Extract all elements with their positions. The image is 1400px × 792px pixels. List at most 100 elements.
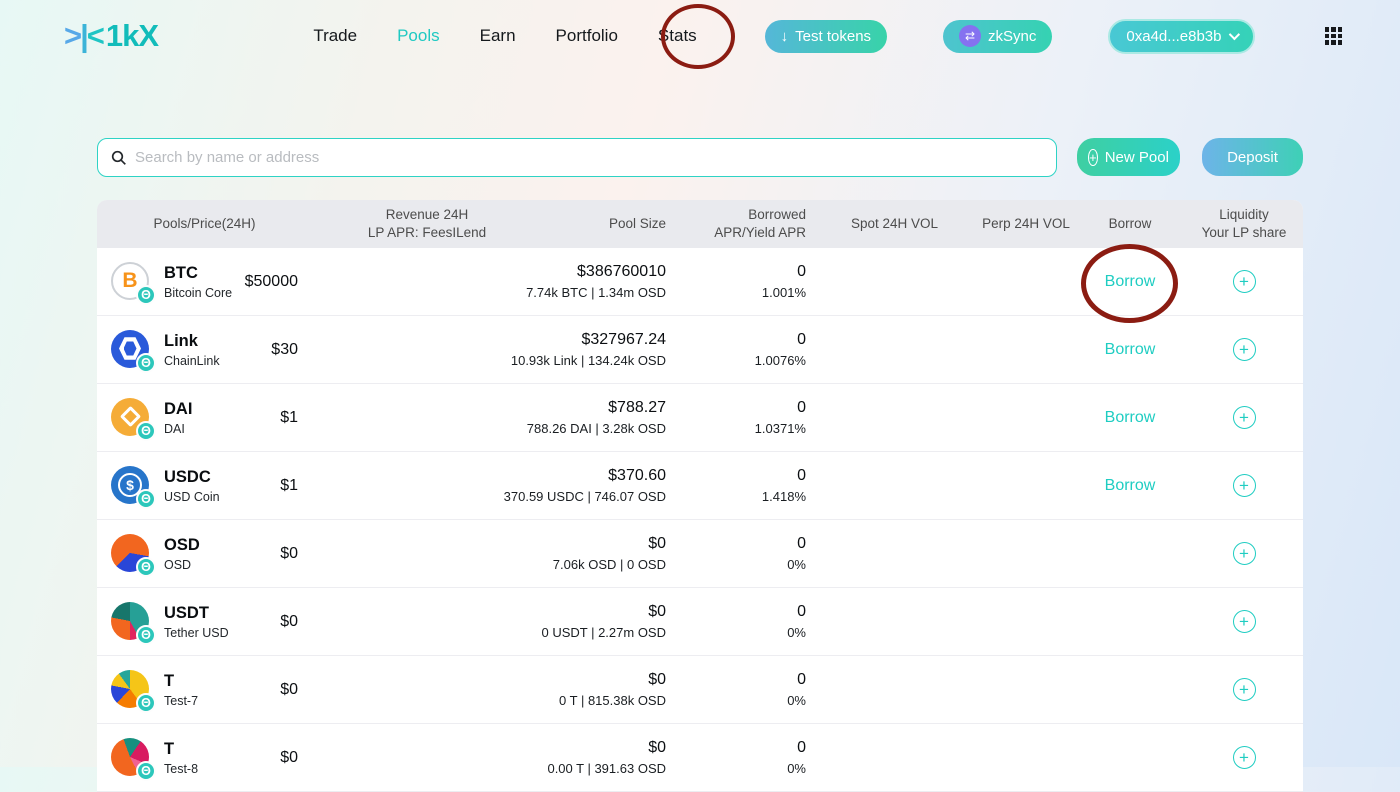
column-header-spot-vol: Spot 24H VOL	[850, 215, 939, 231]
pool-size-cell: $0 7.06k OSD | 0 OSD	[487, 535, 672, 572]
table-row[interactable]: Θ T Test-7 $0 $0 0 T | 815.38k OSD 0 0% …	[97, 656, 1303, 724]
pool-size-usd: $0	[648, 671, 666, 688]
borrow-link[interactable]: Borrow	[1105, 477, 1156, 494]
pool-size-cell: $788.27 788.26 DAI | 3.28k OSD	[487, 399, 672, 436]
add-liquidity-icon[interactable]: +	[1232, 338, 1256, 361]
token-name: USD Coin	[164, 489, 220, 504]
token-symbol: T	[164, 739, 175, 758]
add-liquidity-icon[interactable]: +	[1232, 270, 1256, 293]
table-row[interactable]: Θ DAI DAI $1 $788.27 788.26 DAI | 3.28k …	[97, 384, 1303, 452]
pools-toolbar: + New Pool Deposit	[97, 138, 1303, 177]
nav-item-stats[interactable]: Stats	[658, 26, 697, 46]
token-symbol: OSD	[164, 535, 200, 554]
wallet-address-button[interactable]: 0xa4d...e8b3b	[1108, 18, 1255, 54]
deposit-button[interactable]: Deposit	[1202, 138, 1303, 176]
token-icon: Θ	[111, 533, 156, 577]
apps-grid-icon[interactable]	[1324, 27, 1342, 45]
table-row[interactable]: Θ OSD OSD $0 $0 7.06k OSD | 0 OSD 0 0% +	[97, 520, 1303, 588]
wallet-address: 0xa4d...e8b3b	[1126, 27, 1222, 45]
liquidity-cell: +	[1185, 746, 1303, 769]
logo-mark: |	[80, 18, 89, 53]
osd-badge-icon: Θ	[136, 488, 156, 509]
token-names: OSD OSD	[164, 536, 200, 572]
liquidity-cell: +	[1185, 610, 1303, 633]
borrowed-cell: 0 0%	[672, 603, 812, 640]
add-liquidity-icon[interactable]: +	[1232, 746, 1256, 769]
network-label: zkSync	[988, 27, 1037, 45]
borrow-link[interactable]: Borrow	[1105, 409, 1156, 426]
borrow-cell: Borrow	[1075, 341, 1185, 359]
borrowed-cell: 0 1.0076%	[672, 331, 812, 368]
nav-item-pools[interactable]: Pools	[397, 26, 440, 46]
token-name: DAI	[164, 421, 185, 436]
borrow-link[interactable]: Borrow	[1105, 341, 1156, 358]
zksync-icon: ⇄	[959, 25, 982, 47]
pool-size-detail: 0 T | 815.38k OSD	[559, 693, 666, 708]
table-body: B B Θ BTC Bitcoin Core $50000 $386760010…	[97, 248, 1303, 792]
table-row[interactable]: $ $ Θ USDC USD Coin $1 $370.60 370.59 US…	[97, 452, 1303, 520]
pool-size-usd: $386760010	[577, 263, 666, 280]
table-row[interactable]: Θ Link ChainLink $30 $327967.24 10.93k L…	[97, 316, 1303, 384]
main-nav: Trade Pools Earn Portfolio Stats ↓ Test …	[313, 18, 1342, 54]
token-name: ChainLink	[164, 353, 220, 368]
pool-size-usd: $0	[648, 739, 666, 756]
pool-size-usd: $370.60	[608, 467, 666, 484]
token-price: $1	[280, 476, 298, 494]
borrowed-cell: 0 0%	[672, 671, 812, 708]
add-liquidity-icon[interactable]: +	[1232, 406, 1256, 429]
token-symbol: Link	[164, 331, 198, 350]
token-icon: $ $ Θ	[111, 465, 156, 509]
borrowed-amount: 0	[797, 603, 806, 620]
search-box[interactable]	[97, 138, 1057, 177]
pool-size-cell: $0 0 T | 815.38k OSD	[487, 671, 672, 708]
token-icon: Θ	[111, 601, 156, 645]
nav-item-earn[interactable]: Earn	[480, 26, 516, 46]
add-liquidity-icon[interactable]: +	[1232, 678, 1256, 701]
column-header-borrowed: Borrowed APR/Yield APR	[714, 206, 806, 240]
add-liquidity-icon[interactable]: +	[1232, 542, 1256, 565]
liquidity-cell: +	[1185, 406, 1303, 429]
osd-badge-icon: Θ	[136, 624, 156, 645]
apr-value: 0%	[787, 761, 806, 776]
table-row[interactable]: B B Θ BTC Bitcoin Core $50000 $386760010…	[97, 248, 1303, 316]
osd-badge-icon: Θ	[136, 420, 156, 441]
pool-size-usd: $327967.24	[581, 331, 666, 348]
token-icon: Θ	[111, 737, 156, 781]
osd-badge-icon: Θ	[136, 284, 156, 305]
table-row[interactable]: Θ USDT Tether USD $0 $0 0 USDT | 2.27m O…	[97, 588, 1303, 656]
brand-logo[interactable]: >|<1kX	[64, 18, 159, 54]
borrowed-cell: 0 0%	[672, 739, 812, 776]
network-button[interactable]: ⇄ zkSync	[943, 19, 1053, 53]
search-icon	[111, 150, 126, 165]
apr-value: 1.0076%	[754, 353, 806, 368]
column-header-pools: Pools/Price(24H)	[153, 215, 256, 231]
chevron-down-icon	[1228, 28, 1240, 41]
test-tokens-button[interactable]: ↓ Test tokens	[764, 19, 888, 53]
token-symbol: USDC	[164, 467, 211, 486]
column-header-borrow: Borrow	[1108, 215, 1152, 231]
table-row[interactable]: Θ T Test-8 $0 $0 0.00 T | 391.63 OSD 0 0…	[97, 724, 1303, 792]
new-pool-button[interactable]: + New Pool	[1077, 138, 1180, 176]
add-liquidity-icon[interactable]: +	[1232, 610, 1256, 633]
column-header-pool-size: Pool Size	[608, 215, 666, 231]
pool-size-detail: 788.26 DAI | 3.28k OSD	[526, 421, 666, 436]
add-liquidity-icon[interactable]: +	[1232, 474, 1256, 497]
deposit-label: Deposit	[1227, 148, 1278, 166]
token-name: Test-8	[164, 761, 199, 776]
borrowed-amount: 0	[797, 467, 806, 484]
nav-item-trade[interactable]: Trade	[313, 26, 357, 46]
token-names: BTC Bitcoin Core	[164, 264, 232, 300]
borrowed-cell: 0 1.418%	[672, 467, 812, 504]
borrowed-amount: 0	[797, 331, 806, 348]
nav-item-portfolio[interactable]: Portfolio	[556, 26, 618, 46]
borrowed-amount: 0	[797, 263, 806, 280]
pools-table: Pools/Price(24H) Revenue 24H LP APR: Fees…	[97, 200, 1303, 792]
liquidity-cell: +	[1185, 270, 1303, 293]
borrow-link[interactable]: Borrow	[1105, 273, 1156, 290]
apr-value: 0%	[787, 625, 806, 640]
search-input[interactable]	[135, 149, 1043, 166]
pool-size-cell: $386760010 7.74k BTC | 1.34m OSD	[487, 263, 672, 300]
table-header-row: Pools/Price(24H) Revenue 24H LP APR: Fees…	[97, 200, 1303, 248]
token-icon: Θ	[111, 329, 156, 373]
token-symbol: T	[164, 671, 175, 690]
